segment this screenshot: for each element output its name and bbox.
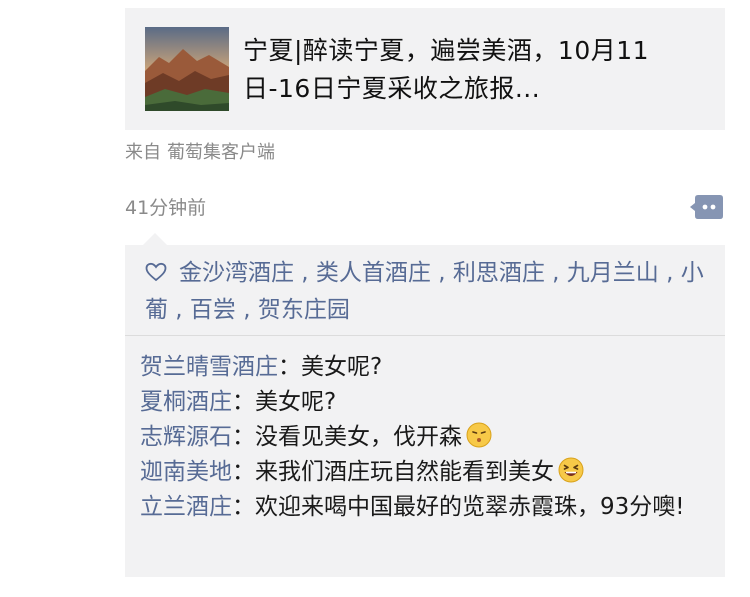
link-thumbnail-image	[145, 27, 229, 111]
more-dots-icon	[690, 195, 723, 219]
comment-separator: ：	[278, 354, 301, 380]
comment-text: 美女呢?	[255, 389, 337, 415]
comment-author[interactable]: 志辉源石	[140, 424, 232, 450]
comment-author[interactable]: 贺兰晴雪酒庄	[140, 354, 278, 380]
heart-icon	[145, 262, 167, 282]
comment-text: 美女呢?	[301, 354, 383, 380]
comment-action-button[interactable]	[690, 193, 724, 221]
post-source: 来自 葡萄集客户端	[125, 138, 281, 164]
comment-item: 志辉源石：没看见美女，伐开森	[140, 420, 710, 455]
likes-divider	[125, 335, 725, 336]
comment-text: 没看见美女，伐开森	[255, 424, 462, 450]
link-title: 宁夏|醉读宁夏，遍尝美酒，10月11日-16日宁夏采收之旅报...	[243, 36, 650, 103]
grinning-squint-emoji-icon	[558, 457, 584, 483]
likes-list: 金沙湾酒庄 , 类人首酒庄 , 利思酒庄 , 九月兰山 , 小葡 , 百尝 , …	[145, 255, 705, 329]
comment-text: 来我们酒庄玩自然能看到美女	[255, 459, 554, 485]
comment-item: 夏桐酒庄：美女呢?	[140, 385, 710, 420]
comment-text: 欢迎来喝中国最好的览翠赤霞珠，93分噢!	[255, 494, 685, 520]
source-prefix: 来自	[125, 142, 161, 163]
comments-list: 贺兰晴雪酒庄：美女呢? 夏桐酒庄：美女呢? 志辉源石：没看见美女，伐开森 迦南美…	[140, 350, 710, 525]
comment-separator: ：	[232, 389, 255, 415]
comment-item: 迦南美地：来我们酒庄玩自然能看到美女	[140, 455, 710, 490]
comment-separator: ：	[232, 459, 255, 485]
shared-link-card[interactable]: 宁夏|醉读宁夏，遍尝美酒，10月11日-16日宁夏采收之旅报...	[125, 8, 725, 130]
comment-author[interactable]: 迦南美地	[140, 459, 232, 485]
comment-separator: ：	[232, 424, 255, 450]
likes-names[interactable]: 金沙湾酒庄 , 类人首酒庄 , 利思酒庄 , 九月兰山 , 小葡 , 百尝 , …	[145, 260, 704, 323]
post-timestamp: 41分钟前	[125, 197, 207, 219]
pouting-face-emoji-icon	[466, 422, 492, 448]
comment-author[interactable]: 立兰酒庄	[140, 494, 232, 520]
comment-item: 立兰酒庄：欢迎来喝中国最好的览翠赤霞珠，93分噢!	[140, 490, 710, 525]
comment-item: 贺兰晴雪酒庄：美女呢?	[140, 350, 710, 385]
source-app-link[interactable]: 葡萄集客户端	[167, 142, 275, 163]
comment-box-caret	[143, 233, 167, 245]
comment-separator: ：	[232, 494, 255, 520]
comment-author[interactable]: 夏桐酒庄	[140, 389, 232, 415]
